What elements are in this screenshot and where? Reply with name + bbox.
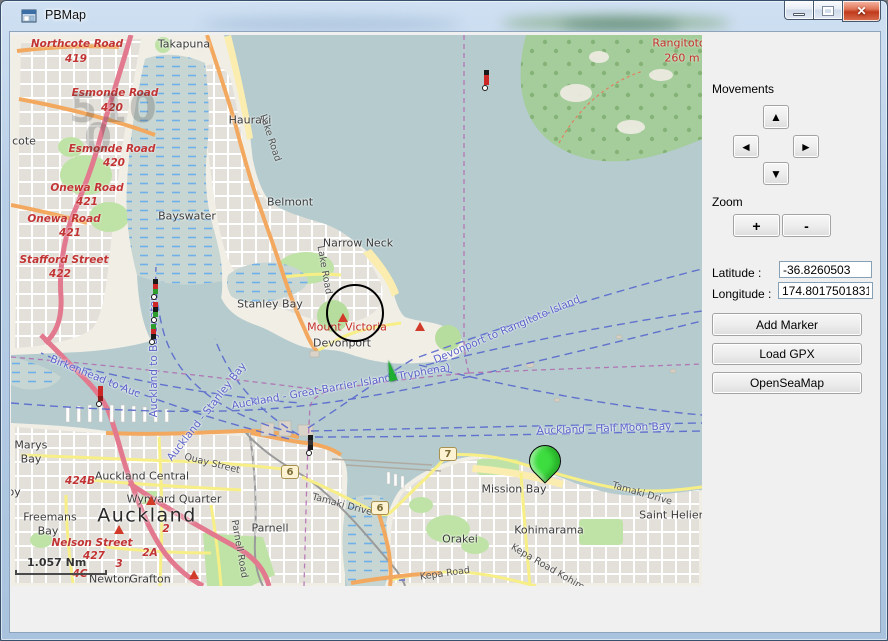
latitude-input[interactable] xyxy=(779,261,872,278)
latitude-label: Latitude : xyxy=(712,266,761,280)
titlebar-glass-reflection xyxy=(201,17,461,31)
openseamap-button[interactable]: OpenSeaMap xyxy=(712,372,862,394)
scale-bar: 1.057 Nm xyxy=(15,556,107,575)
close-button[interactable]: ✕ xyxy=(842,1,881,22)
move-up-button[interactable]: ▲ xyxy=(763,105,789,129)
titlebar-glass-reflection xyxy=(561,19,681,31)
zoom-in-button[interactable]: + xyxy=(733,214,780,237)
maximize-button[interactable] xyxy=(814,1,842,20)
minimize-button[interactable] xyxy=(784,1,814,20)
window-title: PBMap xyxy=(45,8,86,22)
client-area: Northcote Road419TakapunaEsmonde Road420… xyxy=(9,31,881,633)
longitude-input[interactable] xyxy=(778,282,873,299)
zoom-out-button[interactable]: - xyxy=(782,214,831,237)
move-right-button[interactable]: ► xyxy=(793,135,819,158)
longitude-label: Longitude : xyxy=(712,287,771,301)
window: PBMap ✕ xyxy=(0,0,888,641)
scale-line xyxy=(15,570,107,575)
add-marker-button[interactable]: Add Marker xyxy=(712,313,862,336)
map-base-layer xyxy=(11,35,702,586)
minimize-icon xyxy=(793,13,805,16)
app-icon xyxy=(21,8,37,24)
movements-label: Movements xyxy=(712,82,774,96)
move-left-button[interactable]: ◄ xyxy=(733,135,759,158)
scale-label: 1.057 Nm xyxy=(27,556,107,569)
load-gpx-button[interactable]: Load GPX xyxy=(712,343,862,365)
move-down-button[interactable]: ▼ xyxy=(763,162,789,185)
titlebar[interactable]: PBMap ✕ xyxy=(1,1,887,31)
map-canvas[interactable]: Northcote Road419TakapunaEsmonde Road420… xyxy=(11,35,702,586)
maximize-icon xyxy=(823,7,833,15)
zoom-label: Zoom xyxy=(712,195,743,209)
